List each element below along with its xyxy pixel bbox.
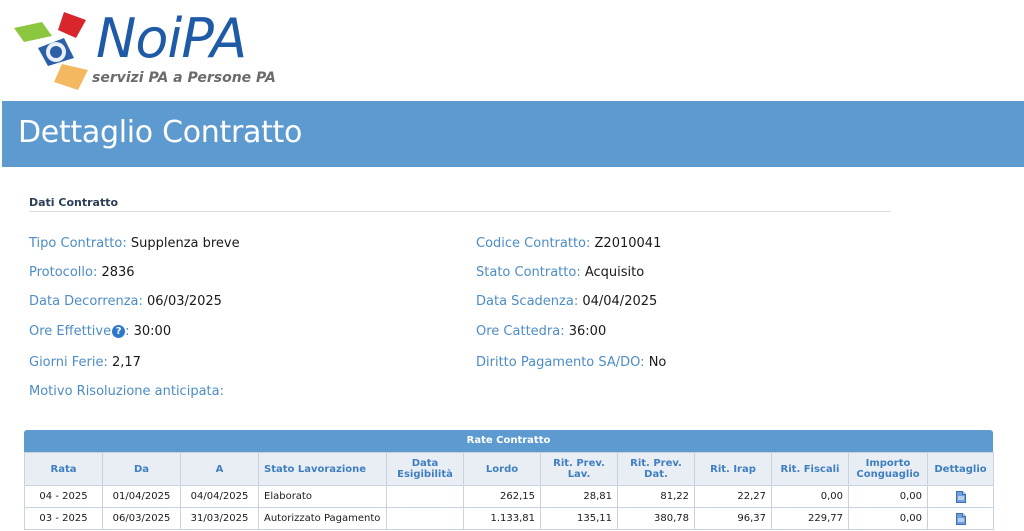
field-value: Acquisito <box>584 265 645 280</box>
field-ore-cattedra: Ore Cattedra: 36:00 <box>476 324 606 339</box>
field-label: Data Decorrenza: <box>29 294 143 309</box>
help-icon[interactable]: ? <box>112 325 126 338</box>
column-header-stato-lavorazione: Stato Lavorazione <box>258 452 387 486</box>
field-data-decorrenza: Data Decorrenza: 06/03/2025 <box>29 294 222 309</box>
field-value: 2836 <box>101 265 135 280</box>
cell-rit-fiscali: 229,77 <box>771 507 849 530</box>
field-data-scadenza: Data Scadenza: 04/04/2025 <box>476 294 657 309</box>
column-header-data-esigibilita: Data Esigibilità <box>386 452 464 486</box>
logo-tagline: servizi PA a Persone PA <box>92 70 276 86</box>
field-codice-contratto: Codice Contratto: Z2010041 <box>476 236 661 251</box>
cell-rata: 04 - 2025 <box>24 485 103 508</box>
table-caption: Rate Contratto <box>24 430 993 452</box>
column-header-rata: Rata <box>24 452 103 486</box>
field-label: Protocollo: <box>29 265 98 280</box>
section-title: Dati Contratto <box>29 196 119 209</box>
field-label: Data Scadenza: <box>476 294 579 309</box>
table-row: 03 - 2025 06/03/2025 31/03/2025 Autorizz… <box>24 507 994 530</box>
rate-table: Rata Da A Stato Lavorazione Data Esigibi… <box>24 452 994 530</box>
column-header-dettaglio: Dettaglio <box>927 452 994 486</box>
field-label: Stato Contratto: <box>476 265 581 280</box>
column-header-rit-prev-dat: Rit. Prev. Dat. <box>617 452 695 486</box>
field-giorni-ferie: Giorni Ferie: 2,17 <box>29 355 141 370</box>
field-value: Supplenza breve <box>130 236 240 251</box>
cell-stato-lavorazione: Elaborato <box>258 485 387 508</box>
field-label: Ore Cattedra: <box>476 324 565 339</box>
document-detail-icon[interactable] <box>955 512 966 525</box>
cell-data-esigibilita <box>386 485 464 508</box>
field-value: No <box>648 355 667 370</box>
cell-importo-conguaglio: 0,00 <box>848 507 928 530</box>
cell-rit-irap: 22,27 <box>694 485 772 508</box>
field-value: 2,17 <box>111 355 141 370</box>
cell-rit-prev-dat: 380,78 <box>617 507 695 530</box>
field-diritto-pagamento: Diritto Pagamento SA/DO: No <box>476 355 666 370</box>
logo-wordmark: NoiPA <box>96 7 247 70</box>
cell-lordo: 1.133,81 <box>463 507 541 530</box>
field-label-colon: : <box>125 324 130 339</box>
cell-data-esigibilita <box>386 507 464 530</box>
section-divider <box>29 211 891 212</box>
cell-rit-fiscali: 0,00 <box>771 485 849 508</box>
field-label: Codice Contratto: <box>476 236 591 251</box>
field-stato-contratto: Stato Contratto: Acquisito <box>476 265 644 280</box>
field-value: 06/03/2025 <box>147 294 222 309</box>
field-ore-effettive: Ore Effettive?: 30:00 <box>29 324 171 339</box>
cell-a: 31/03/2025 <box>180 507 259 530</box>
field-label: Diritto Pagamento SA/DO: <box>476 355 645 370</box>
column-header-rit-fiscali: Rit. Fiscali <box>771 452 849 486</box>
rate-contratto-table: Rate Contratto Rata Da A Stato Lavorazio… <box>24 430 994 530</box>
cell-da: 01/04/2025 <box>102 485 181 508</box>
cell-rit-irap: 96,37 <box>694 507 772 530</box>
page: NoiPA servizi PA a Persone PA Dettaglio … <box>0 0 1024 531</box>
column-header-da: Da <box>102 452 181 486</box>
noipa-logo-mark-icon <box>14 12 88 90</box>
cell-rit-prev-dat: 81,22 <box>617 485 695 508</box>
column-header-rit-prev-lav: Rit. Prev. Lav. <box>540 452 618 486</box>
field-label: Tipo Contratto: <box>29 236 127 251</box>
field-label: Ore Effettive <box>29 324 112 339</box>
cell-lordo: 262,15 <box>463 485 541 508</box>
cell-rata: 03 - 2025 <box>24 507 103 530</box>
table-row: 04 - 2025 01/04/2025 04/04/2025 Elaborat… <box>24 485 994 508</box>
page-title: Dettaglio Contratto <box>18 115 303 150</box>
cell-importo-conguaglio: 0,00 <box>848 485 928 508</box>
cell-stato-lavorazione: Autorizzato Pagamento <box>258 507 387 530</box>
field-label: Motivo Risoluzione anticipata: <box>29 384 224 399</box>
column-header-rit-irap: Rit. Irap <box>694 452 772 486</box>
document-detail-icon[interactable] <box>955 490 966 503</box>
field-tipo-contratto: Tipo Contratto: Supplenza breve <box>29 236 240 251</box>
column-header-lordo: Lordo <box>463 452 541 486</box>
column-header-importo-conguaglio: Importo Conguaglio <box>848 452 928 486</box>
cell-dettaglio <box>927 507 994 530</box>
cell-dettaglio <box>927 485 994 508</box>
cell-da: 06/03/2025 <box>102 507 181 530</box>
noipa-logo[interactable]: NoiPA servizi PA a Persone PA <box>12 8 282 92</box>
field-label: Giorni Ferie: <box>29 355 108 370</box>
cell-rit-prev-lav: 28,81 <box>540 485 618 508</box>
cell-rit-prev-lav: 135,11 <box>540 507 618 530</box>
page-header: Dettaglio Contratto <box>2 101 1024 167</box>
cell-a: 04/04/2025 <box>180 485 259 508</box>
field-value: 04/04/2025 <box>582 294 658 309</box>
field-value: 30:00 <box>133 324 172 339</box>
field-protocollo: Protocollo: 2836 <box>29 265 135 280</box>
table-header-row: Rata Da A Stato Lavorazione Data Esigibi… <box>24 452 994 486</box>
field-value: Z2010041 <box>594 236 662 251</box>
field-motivo-risoluzione: Motivo Risoluzione anticipata: <box>29 384 224 399</box>
field-value: 36:00 <box>568 324 607 339</box>
column-header-a: A <box>180 452 259 486</box>
